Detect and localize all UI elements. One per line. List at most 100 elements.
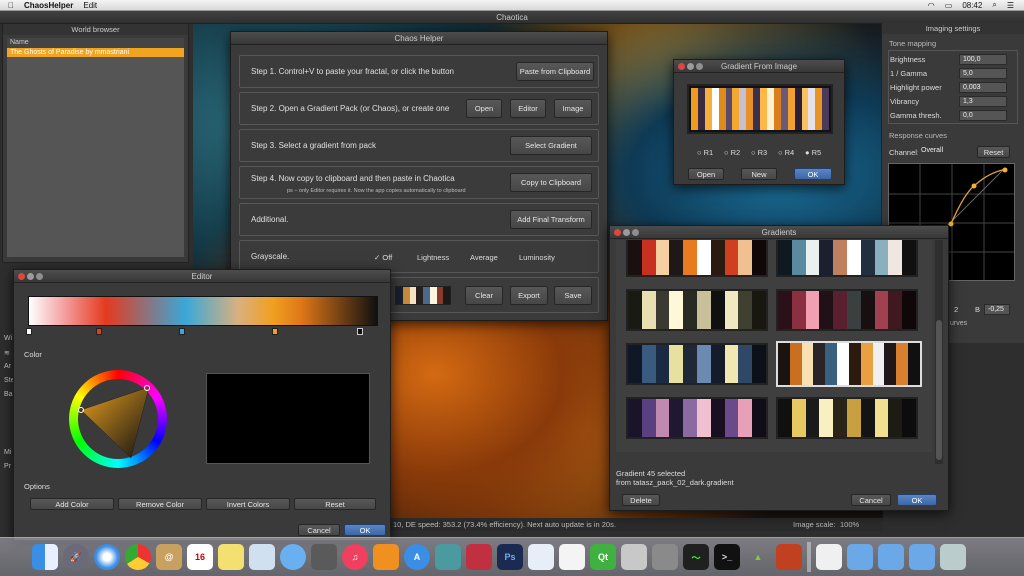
steam-icon[interactable]	[466, 544, 492, 570]
clock[interactable]: 08:42	[962, 1, 982, 10]
zoom-icon[interactable]	[696, 63, 703, 70]
launchpad-icon[interactable]: 🚀	[63, 544, 89, 570]
paste-from-clipboard-button[interactable]: Paste from Clipboard	[516, 62, 594, 81]
trash-icon[interactable]	[940, 544, 966, 570]
gradient-stop-handle[interactable]	[272, 328, 278, 335]
gfi-ok-button[interactable]: OK	[794, 168, 832, 180]
gradients-cancel-button[interactable]: Cancel	[851, 494, 891, 506]
ibooks-icon[interactable]	[373, 544, 399, 570]
gradients-scrollbar[interactable]	[935, 240, 943, 464]
textedit-icon[interactable]	[528, 544, 554, 570]
menu-edit[interactable]: Edit	[83, 1, 97, 10]
documents-folder-icon[interactable]	[878, 544, 904, 570]
r1-radio[interactable]: ○ R1	[697, 148, 713, 157]
activity-monitor-icon[interactable]: 〜	[683, 544, 709, 570]
zoom-icon[interactable]	[632, 229, 639, 236]
terminal-icon[interactable]: >_	[714, 544, 740, 570]
delete-gradient-button[interactable]: Delete	[622, 494, 660, 506]
invert-colors-button[interactable]: Invert Colors	[206, 498, 290, 510]
save-button[interactable]: Save	[554, 286, 592, 305]
facetime-icon[interactable]	[311, 544, 337, 570]
files-icon[interactable]	[559, 544, 585, 570]
image-button[interactable]: Image	[554, 99, 592, 118]
add-final-transform-button[interactable]: Add Final Transform	[510, 210, 592, 229]
system-preferences-icon[interactable]	[652, 544, 678, 570]
grayscale-average-radio[interactable]: Average	[470, 253, 498, 262]
select-gradient-button[interactable]: Select Gradient	[510, 136, 592, 155]
gradient-thumb[interactable]	[776, 397, 918, 439]
r4-radio[interactable]: ○ R4	[778, 148, 794, 157]
r5-radio[interactable]: ● R5	[805, 148, 821, 157]
world-item-selected[interactable]: The Ghosts of Paradise by mmastriani	[7, 48, 184, 57]
gradient-stop-handle[interactable]	[96, 328, 102, 335]
curves-reset-button[interactable]: Reset	[977, 146, 1010, 158]
b-field[interactable]: -0,25	[984, 304, 1010, 315]
qt-icon[interactable]: Qt	[590, 544, 616, 570]
gradient-thumb[interactable]	[776, 240, 918, 277]
r3-radio[interactable]: ○ R3	[751, 148, 767, 157]
gfi-open-button[interactable]: Open	[688, 168, 724, 180]
photoshop-icon[interactable]: Ps	[497, 544, 523, 570]
calendar-icon[interactable]: 16	[187, 544, 213, 570]
grayscale-off-radio[interactable]: ✓ Off	[374, 253, 392, 262]
minimize-icon[interactable]	[623, 229, 630, 236]
calculator-icon[interactable]	[621, 544, 647, 570]
menu-app[interactable]: ChaosHelper	[24, 1, 73, 10]
finder-icon[interactable]	[32, 544, 58, 570]
list-icon[interactable]: ☰	[1007, 1, 1014, 10]
copy-to-clipboard-button[interactable]: Copy to Clipboard	[510, 173, 592, 192]
android-icon[interactable]: ▲	[745, 544, 771, 570]
battery-icon[interactable]: ▭	[945, 1, 953, 10]
notes-icon[interactable]	[218, 544, 244, 570]
gradient-stop-handle[interactable]	[179, 328, 185, 335]
export-button[interactable]: Export	[510, 286, 548, 305]
brightness-field[interactable]: 100,0	[959, 54, 1007, 65]
chrome-icon[interactable]	[125, 544, 151, 570]
editor-gradient-bar[interactable]	[28, 296, 378, 326]
color-wheel[interactable]	[69, 370, 167, 468]
minimize-icon[interactable]	[687, 63, 694, 70]
minimize-icon[interactable]	[27, 273, 34, 280]
gfi-new-button[interactable]: New	[741, 168, 777, 180]
highlight-field[interactable]: 0,003	[959, 82, 1007, 93]
document-icon[interactable]	[816, 544, 842, 570]
gradient-thumb[interactable]	[626, 240, 768, 277]
r2-radio[interactable]: ○ R2	[724, 148, 740, 157]
gradient-stop-handle[interactable]	[26, 328, 32, 335]
contacts-icon[interactable]: @	[156, 544, 182, 570]
image-scale-value[interactable]: 100%	[840, 518, 859, 531]
remove-color-button[interactable]: Remove Color	[118, 498, 202, 510]
close-icon[interactable]	[18, 273, 25, 280]
open-pack-button[interactable]: Open	[466, 99, 502, 118]
gradient-stop-handle[interactable]	[357, 328, 363, 335]
column-name-header[interactable]: Name	[7, 38, 184, 48]
close-icon[interactable]	[614, 229, 621, 236]
gradient-thumb[interactable]	[626, 343, 768, 385]
vibrancy-field[interactable]: 1,3	[959, 96, 1007, 107]
add-color-button[interactable]: Add Color	[30, 498, 114, 510]
gradient-thumb[interactable]	[626, 289, 768, 331]
grayscale-lightness-radio[interactable]: Lightness	[417, 253, 449, 262]
safari-icon[interactable]	[94, 544, 120, 570]
gradient-thumb[interactable]	[626, 397, 768, 439]
gamma-thresh-field[interactable]: 0,0	[959, 110, 1007, 121]
grayscale-luminosity-radio[interactable]: Luminosity	[519, 253, 555, 262]
clear-button[interactable]: Clear	[465, 286, 503, 305]
editor-cancel-button[interactable]: Cancel	[298, 524, 340, 536]
network-icon[interactable]	[435, 544, 461, 570]
stickies-icon[interactable]	[776, 544, 802, 570]
messages-icon[interactable]	[280, 544, 306, 570]
editor-ok-button[interactable]: OK	[344, 524, 386, 536]
close-icon[interactable]	[678, 63, 685, 70]
color-triangle[interactable]	[69, 370, 167, 468]
zoom-icon[interactable]	[36, 273, 43, 280]
appstore-icon[interactable]: A	[404, 544, 430, 570]
downloads-folder-icon[interactable]	[847, 544, 873, 570]
gradients-ok-button[interactable]: OK	[897, 494, 937, 506]
wifi-icon[interactable]: ◠	[928, 1, 935, 10]
editor-button[interactable]: Editor	[510, 99, 546, 118]
folder-icon[interactable]	[909, 544, 935, 570]
gradient-thumb-selected[interactable]	[776, 341, 922, 387]
gradient-thumb[interactable]	[776, 289, 918, 331]
channel-select[interactable]: Overall	[918, 146, 966, 157]
